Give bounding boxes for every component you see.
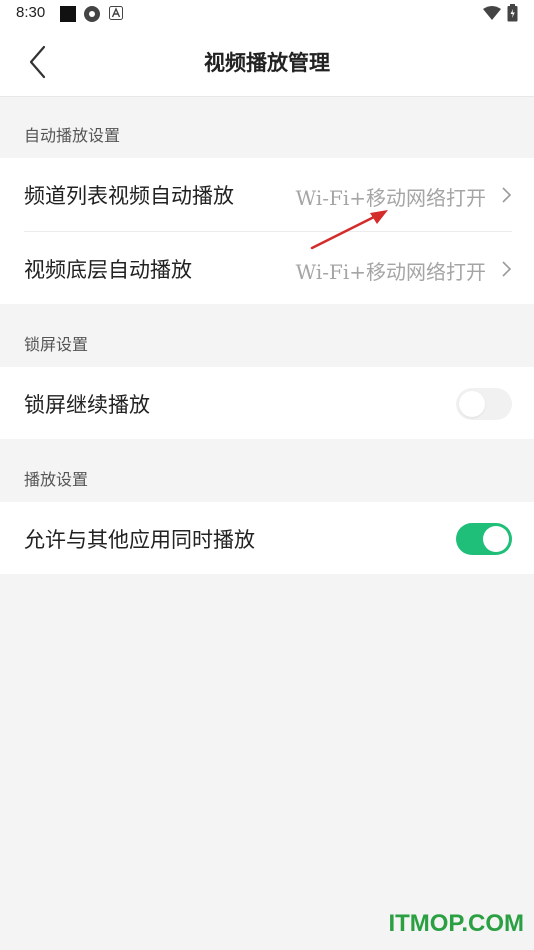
row-label: 视频底层自动播放	[24, 258, 192, 282]
page-title: 视频播放管理	[204, 51, 330, 75]
playback-settings-group: 允许与其他应用同时播放	[0, 502, 534, 574]
chevron-right-icon	[502, 261, 512, 277]
battery-icon	[507, 4, 518, 22]
app-header: 视频播放管理	[0, 28, 534, 97]
watermark-logo: ITMOP.COM	[388, 910, 524, 937]
lockscreen-settings-group: 锁屏继续播放	[0, 367, 534, 439]
settings-app-icon	[84, 6, 100, 22]
chevron-right-icon	[502, 187, 512, 203]
lockscreen-continue-play-toggle[interactable]	[456, 388, 512, 420]
section-label-playback: 播放设置	[24, 470, 89, 489]
square-app-icon	[60, 6, 76, 22]
row-label: 锁屏继续播放	[24, 393, 150, 417]
a-app-icon	[109, 6, 123, 20]
row-value: Wi-Fi+移动网络打开	[295, 260, 486, 284]
autoplay-settings-group: 频道列表视频自动播放 Wi-Fi+移动网络打开 视频底层自动播放 Wi-Fi+移…	[0, 158, 534, 304]
channel-list-autoplay-row[interactable]: 频道列表视频自动播放 Wi-Fi+移动网络打开	[0, 158, 534, 230]
status-bar: 8:30	[0, 0, 534, 28]
row-label: 允许与其他应用同时播放	[24, 528, 255, 552]
wifi-icon	[483, 6, 501, 20]
video-bottom-autoplay-row[interactable]: 视频底层自动播放 Wi-Fi+移动网络打开	[0, 232, 534, 304]
allow-simultaneous-play-toggle[interactable]	[456, 523, 512, 555]
annotation-arrow-icon	[310, 210, 388, 250]
toggle-knob	[483, 526, 509, 552]
status-time: 8:30	[16, 4, 46, 21]
section-label-autoplay: 自动播放设置	[24, 126, 121, 145]
section-label-lockscreen: 锁屏设置	[24, 335, 89, 354]
allow-simultaneous-play-row: 允许与其他应用同时播放	[0, 502, 534, 574]
row-label: 频道列表视频自动播放	[24, 184, 234, 208]
toggle-knob	[459, 391, 485, 417]
lockscreen-continue-play-row: 锁屏继续播放	[0, 367, 534, 439]
